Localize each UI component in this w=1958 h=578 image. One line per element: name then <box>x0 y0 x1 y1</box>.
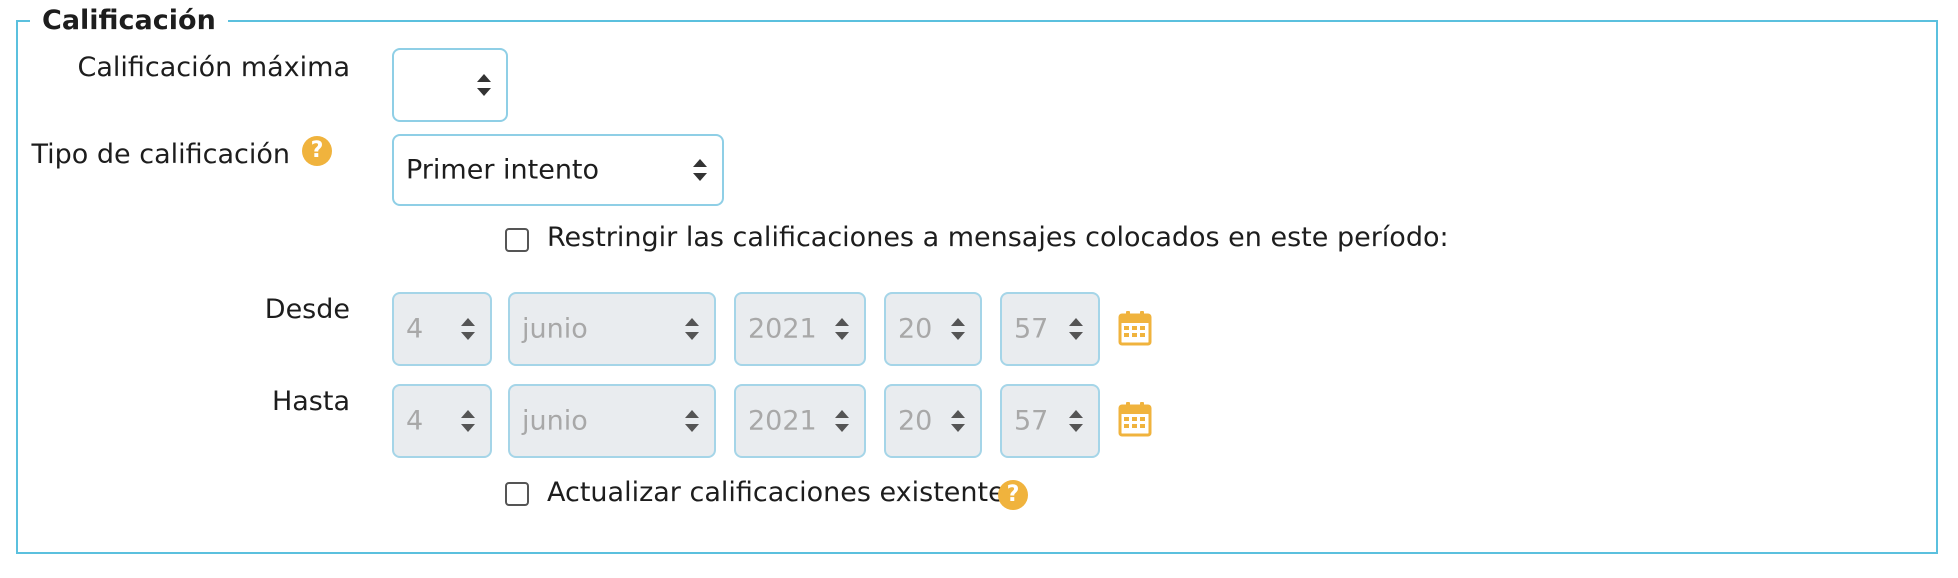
sort-arrows-icon <box>1068 316 1084 342</box>
sort-arrows-icon <box>692 157 708 183</box>
sort-arrows-icon <box>460 316 476 342</box>
grade-type-label: Tipo de calificación <box>31 139 290 170</box>
calendar-icon[interactable] <box>1118 401 1152 437</box>
from-year-value: 2021 <box>748 313 817 345</box>
grade-type-value: Primer intento <box>406 154 600 186</box>
from-minute-value: 57 <box>1014 313 1049 345</box>
from-year-select[interactable]: 2021 <box>734 292 866 366</box>
to-day-select[interactable]: 4 <box>392 384 492 458</box>
sort-arrows-icon <box>950 316 966 342</box>
from-minute-select[interactable]: 57 <box>1000 292 1100 366</box>
from-hour-value: 20 <box>898 313 933 345</box>
sort-arrows-icon <box>1068 408 1084 434</box>
question-circle-icon[interactable]: ? <box>998 480 1028 510</box>
to-hour-select[interactable]: 20 <box>884 384 982 458</box>
sort-arrows-icon <box>834 408 850 434</box>
to-month-value: junio <box>522 405 588 437</box>
fieldset-legend[interactable]: Calificación <box>30 3 228 39</box>
max-grade-select[interactable] <box>392 48 508 122</box>
to-minute-select[interactable]: 57 <box>1000 384 1100 458</box>
to-hour-value: 20 <box>898 405 933 437</box>
to-day-value: 4 <box>406 405 424 437</box>
sort-arrows-icon <box>950 408 966 434</box>
to-year-select[interactable]: 2021 <box>734 384 866 458</box>
sort-arrows-icon <box>476 72 492 98</box>
from-day-select[interactable]: 4 <box>392 292 492 366</box>
from-label: Desde <box>264 294 350 325</box>
calendar-icon[interactable] <box>1118 310 1152 346</box>
to-year-value: 2021 <box>748 405 817 437</box>
to-minute-value: 57 <box>1014 405 1049 437</box>
update-existing-checkbox[interactable] <box>505 482 529 506</box>
from-month-select[interactable]: junio <box>508 292 716 366</box>
from-day-value: 4 <box>406 313 424 345</box>
max-grade-label: Calificación máxima <box>77 52 350 83</box>
from-hour-select[interactable]: 20 <box>884 292 982 366</box>
sort-arrows-icon <box>460 408 476 434</box>
from-month-value: junio <box>522 313 588 345</box>
question-circle-icon[interactable]: ? <box>302 136 332 166</box>
grade-type-select[interactable]: Primer intento <box>392 134 724 206</box>
sort-arrows-icon <box>834 316 850 342</box>
to-label: Hasta <box>271 386 350 417</box>
to-month-select[interactable]: junio <box>508 384 716 458</box>
restrict-checkbox[interactable] <box>505 228 529 252</box>
restrict-label[interactable]: Restringir las calificaciones a mensajes… <box>547 222 1449 253</box>
sort-arrows-icon <box>684 316 700 342</box>
sort-arrows-icon <box>684 408 700 434</box>
update-existing-label[interactable]: Actualizar calificaciones existentes <box>547 477 1019 508</box>
grade-fieldset <box>16 20 1938 554</box>
